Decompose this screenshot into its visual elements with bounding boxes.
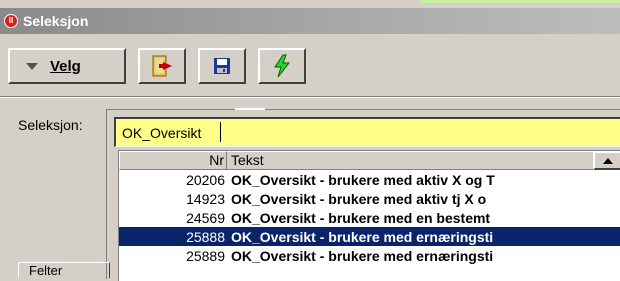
scroll-up-button[interactable] bbox=[593, 151, 620, 170]
row-nr: 25889 bbox=[186, 247, 225, 264]
row-nr: 24569 bbox=[186, 209, 225, 226]
window-title: Seleksjon bbox=[23, 13, 89, 29]
arrow-up-icon bbox=[603, 157, 613, 164]
frame-highlight bbox=[235, 108, 265, 110]
execute-button[interactable] bbox=[258, 48, 306, 84]
window-titlebar[interactable]: II Seleksjon bbox=[0, 8, 620, 34]
list-row[interactable]: 24569 OK_Oversikt - brukere med en beste… bbox=[119, 208, 620, 227]
list-row[interactable]: 14923 OK_Oversikt - brukere med aktiv tj… bbox=[119, 189, 620, 208]
row-tekst: OK_Oversikt - brukere med ernæringsti bbox=[231, 228, 494, 245]
app-logo-icon: II bbox=[4, 14, 18, 28]
top-strip bbox=[0, 0, 620, 8]
column-header-tekst[interactable]: Tekst bbox=[227, 151, 620, 170]
row-tekst: OK_Oversikt - brukere med ernæringsti bbox=[231, 247, 494, 264]
list-row[interactable]: 25889 OK_Oversikt - brukere med ernæring… bbox=[119, 246, 620, 265]
exit-button[interactable] bbox=[138, 48, 186, 84]
row-tekst: OK_Oversikt - brukere med en bestemt bbox=[231, 209, 491, 226]
list-row-selected[interactable]: 25888 OK_Oversikt - brukere med ernæring… bbox=[119, 227, 620, 246]
text-cursor bbox=[220, 122, 221, 142]
row-nr: 14923 bbox=[186, 190, 225, 207]
save-disk-icon bbox=[214, 58, 230, 74]
toolbar: Velg bbox=[0, 34, 620, 94]
velg-button[interactable]: Velg bbox=[8, 48, 126, 84]
seleksjon-label: Seleksjon: bbox=[18, 117, 83, 133]
toolbar-divider bbox=[0, 96, 620, 98]
row-tekst: OK_Oversikt - brukere med aktiv tj X o bbox=[231, 190, 487, 207]
seleksjon-input[interactable] bbox=[114, 117, 620, 147]
save-button[interactable] bbox=[198, 48, 246, 84]
list-header: Nr Tekst bbox=[119, 151, 620, 170]
exit-door-icon bbox=[152, 55, 172, 77]
row-nr: 25888 bbox=[186, 228, 225, 245]
dropdown-triangle-icon bbox=[26, 62, 38, 70]
velg-label: Velg bbox=[50, 57, 81, 75]
lightning-execute-icon bbox=[274, 54, 291, 78]
column-header-nr[interactable]: Nr bbox=[119, 151, 227, 170]
selection-dropdown-list[interactable]: Nr Tekst 20206 OK_Oversikt - brukere med… bbox=[118, 150, 620, 281]
top-accent-line bbox=[420, 0, 620, 3]
row-tekst: OK_Oversikt - brukere med aktiv X og T bbox=[231, 171, 495, 188]
row-nr: 20206 bbox=[186, 171, 225, 188]
tab-felter[interactable]: Felter bbox=[18, 262, 110, 278]
list-row[interactable]: 20206 OK_Oversikt - brukere med aktiv X … bbox=[119, 170, 620, 189]
